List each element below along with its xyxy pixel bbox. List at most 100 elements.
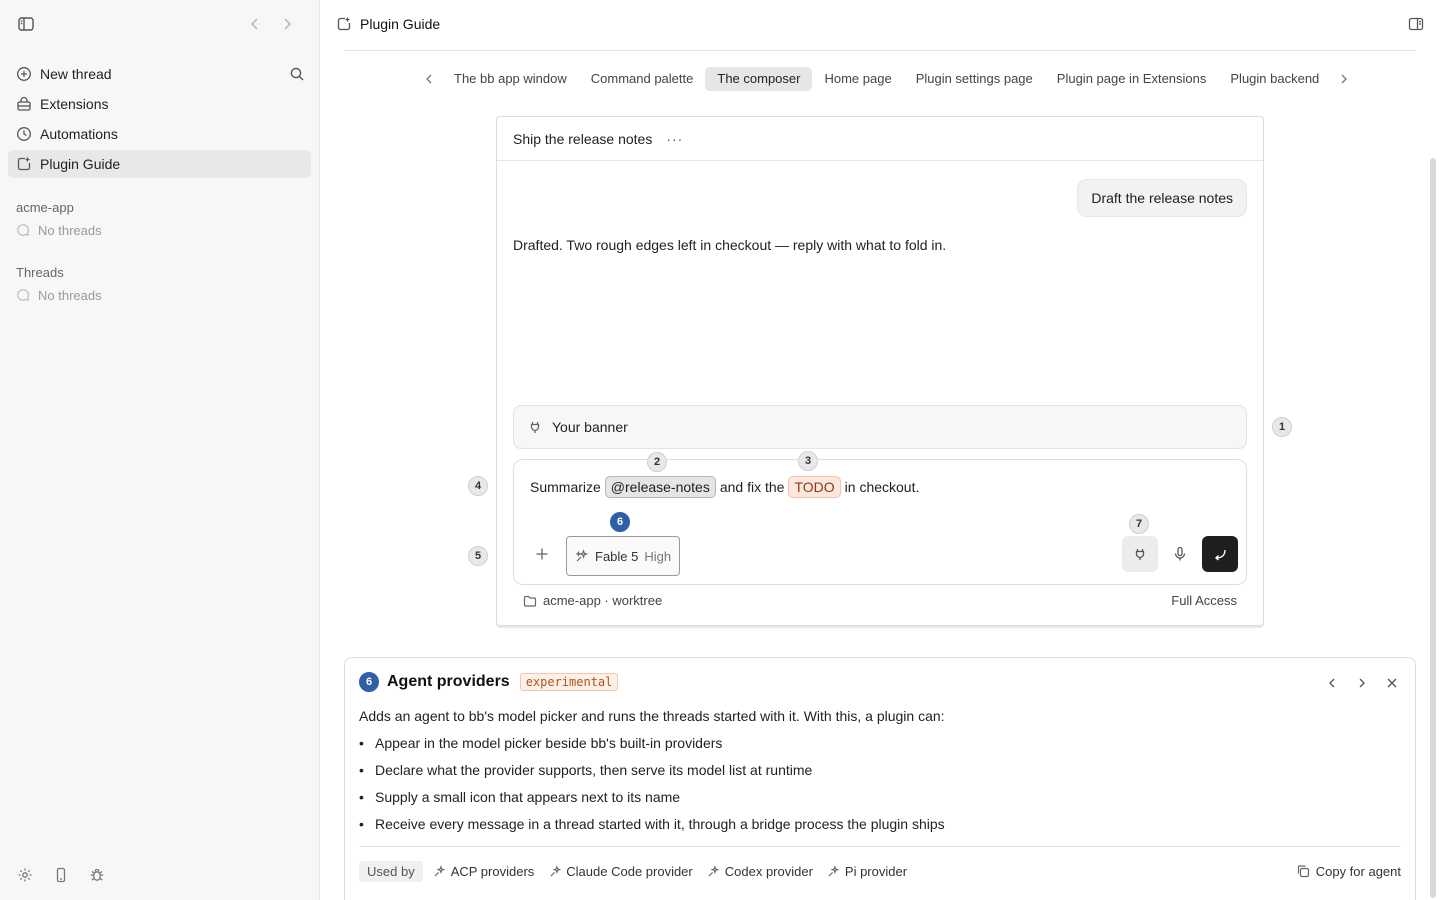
sidebar-item-label: Automations (40, 126, 118, 142)
threads-header: Threads (16, 265, 64, 280)
right-panel-toggle-icon[interactable] (1408, 16, 1424, 32)
model-picker[interactable]: Fable 5 High (566, 536, 681, 576)
plugin-action-button[interactable] (1122, 536, 1158, 572)
threads-empty-state: No threads (16, 282, 303, 308)
panel-title: Agent providers (387, 673, 510, 690)
microphone-button[interactable] (1162, 536, 1198, 572)
assistant-message: Drafted. Two rough edges left in checkou… (513, 237, 947, 253)
add-attachment-button[interactable] (530, 542, 554, 566)
panel-header: 6 Agent providers experimental (359, 672, 619, 692)
marker-7[interactable]: 7 (1129, 514, 1149, 534)
sparkle-icon (707, 864, 721, 878)
tab-the-composer[interactable]: The composer (705, 67, 813, 91)
banner-text: Your banner (552, 419, 628, 435)
chevron-left-icon[interactable] (416, 67, 442, 91)
bug-icon[interactable] (88, 866, 106, 884)
marker-5[interactable]: 5 (468, 546, 488, 566)
divider (359, 846, 1401, 847)
marker-2[interactable]: 2 (647, 452, 667, 472)
thread-header: Ship the release notes ··· (497, 117, 1263, 161)
todo-chip[interactable]: TODO (788, 476, 841, 498)
chat-bubble-icon (16, 223, 30, 237)
chevron-right-icon[interactable] (1331, 67, 1357, 91)
project-empty-state: No threads (16, 217, 303, 243)
experimental-tag: experimental (519, 673, 619, 691)
sidebar-item-label: Extensions (40, 96, 109, 112)
send-button[interactable] (1202, 536, 1238, 572)
tab-home-page[interactable]: Home page (812, 67, 903, 91)
search-icon[interactable] (289, 66, 305, 82)
gear-icon[interactable] (16, 866, 34, 884)
panel-controls (1323, 674, 1401, 692)
sidebar-footer (16, 866, 106, 884)
tab-bb-app-window[interactable]: The bb app window (442, 67, 579, 91)
main-area: Plugin Guide The bb app window Command p… (320, 0, 1440, 900)
tab-plugin-page-in-extensions[interactable]: Plugin page in Extensions (1045, 67, 1219, 91)
copy-for-agent-button[interactable]: Copy for agent (1296, 864, 1401, 879)
marker-6[interactable]: 6 (610, 512, 630, 532)
chevron-left-icon[interactable] (1323, 674, 1341, 692)
forward-arrow-icon[interactable] (277, 14, 297, 34)
sidebar-item-extensions[interactable]: Extensions (8, 90, 311, 118)
panel-footer: Used by ACP providers Claude Code provid… (359, 859, 1401, 883)
sidebar-toolbar (0, 0, 319, 48)
access-level[interactable]: Full Access (1171, 593, 1237, 608)
panel-number-badge: 6 (359, 672, 379, 692)
sidebar-item-plugin-guide[interactable]: Plugin Guide (8, 150, 311, 178)
plugin-guide-icon (336, 16, 352, 32)
model-name: Fable 5 (595, 548, 639, 564)
marker-3[interactable]: 3 (798, 451, 818, 471)
list-item: Receive every message in a thread starte… (359, 815, 945, 842)
more-options-icon[interactable]: ··· (666, 131, 683, 147)
list-item: Appear in the model picker beside bb's b… (359, 734, 945, 761)
prompt-text[interactable]: Summarize @release-notes and fix the TOD… (530, 476, 919, 498)
user-message: Draft the release notes (1077, 179, 1247, 217)
sidebar-toggle-icon[interactable] (16, 14, 36, 34)
tab-plugin-settings-page[interactable]: Plugin settings page (904, 67, 1045, 91)
plugin-guide-icon (16, 156, 32, 172)
sparkle-icon (575, 549, 589, 563)
copy-icon (1296, 864, 1310, 878)
clock-icon (16, 126, 32, 142)
title-bar: Plugin Guide (320, 0, 1440, 48)
sparkle-icon (548, 864, 562, 878)
sparkle-icon (433, 864, 447, 878)
plug-icon (528, 420, 542, 434)
tab-command-palette[interactable]: Command palette (579, 67, 706, 91)
chat-bubble-icon (16, 288, 30, 302)
list-item: Supply a small icon that appears next to… (359, 788, 945, 815)
divider (344, 50, 1416, 51)
sidebar: New thread Extensions Automations Plugin… (0, 0, 320, 900)
page-title: Plugin Guide (360, 16, 441, 32)
composer-preview: Ship the release notes ··· Draft the rel… (496, 116, 1264, 626)
mention-chip[interactable]: @release-notes (604, 476, 716, 498)
extensions-icon (16, 96, 32, 112)
marker-1[interactable]: 1 (1272, 417, 1292, 437)
scrollbar[interactable] (1430, 158, 1436, 898)
composer-footer: acme-app · worktree Full Access (523, 593, 1237, 608)
panel-description: Adds an agent to bb's model picker and r… (359, 708, 945, 724)
provider-link-pi[interactable]: Pi provider (827, 864, 907, 879)
sidebar-item-new-thread[interactable]: New thread (8, 60, 311, 88)
tab-plugin-backend[interactable]: Plugin backend (1218, 67, 1331, 91)
feature-info-panel: 6 Agent providers experimental Adds an a… (344, 657, 1416, 900)
project-header[interactable]: acme-app (16, 200, 303, 215)
sidebar-item-label: New thread (40, 66, 112, 82)
close-icon[interactable] (1383, 674, 1401, 692)
back-arrow-icon[interactable] (245, 14, 265, 34)
sidebar-item-label: Plugin Guide (40, 156, 121, 172)
mobile-device-icon[interactable] (52, 866, 70, 884)
list-item: Declare what the provider supports, then… (359, 761, 945, 788)
folder-icon (523, 594, 537, 608)
sidebar-item-automations[interactable]: Automations (8, 120, 311, 148)
provider-link-codex[interactable]: Codex provider (707, 864, 813, 879)
provider-link-claude-code[interactable]: Claude Code provider (548, 864, 693, 879)
chevron-right-icon[interactable] (1353, 674, 1371, 692)
workspace-selector[interactable]: acme-app · worktree (543, 593, 662, 608)
composer-banner: Your banner (513, 405, 1247, 449)
plus-circle-icon (16, 66, 32, 82)
model-effort: High (644, 548, 672, 564)
sparkle-icon (827, 864, 841, 878)
marker-4[interactable]: 4 (468, 476, 488, 496)
provider-link-acp[interactable]: ACP providers (433, 864, 534, 879)
